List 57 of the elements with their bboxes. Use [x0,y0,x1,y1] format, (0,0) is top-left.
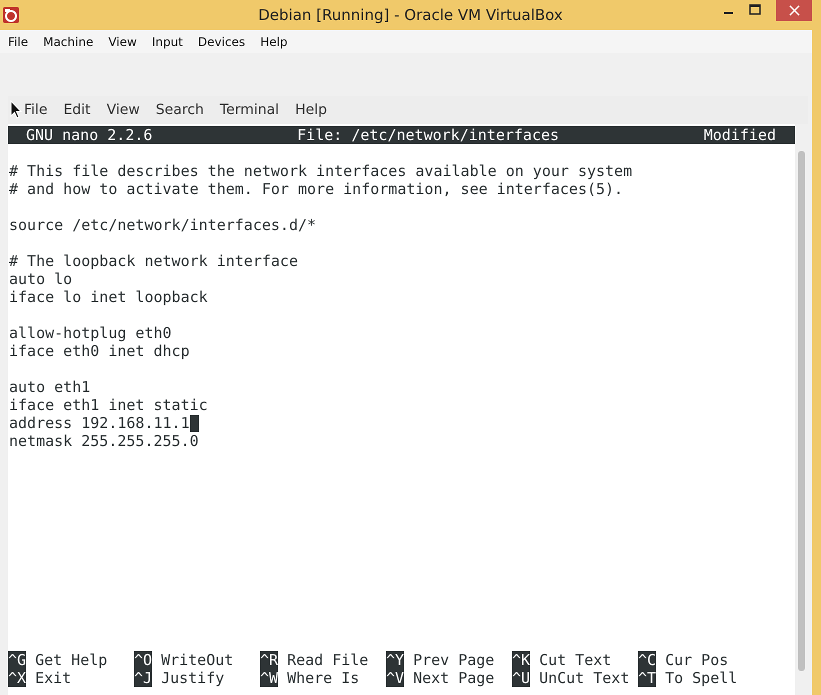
menu-item[interactable]: Devices [190,34,252,48]
menu-item[interactable]: Edit [55,102,99,118]
code-line: auto lo [9,270,72,288]
mouse-pointer-icon [10,100,22,119]
shortcut-label: Read File [287,651,368,669]
window-title: Debian [Running] - Oracle VM VirtualBox [258,6,563,24]
shortcut-key: ^R [260,651,278,669]
shortcut-label: Exit [35,669,72,687]
menu-item[interactable]: Search [148,102,212,118]
menu-item[interactable]: Machine [35,34,100,48]
shortcut-label: WriteOut [161,651,234,669]
menu-item[interactable]: File [8,102,56,118]
menu-item[interactable]: Help [252,34,295,48]
code-line: iface lo inet loopback [9,288,208,306]
code-line: iface eth0 inet dhcp [9,342,190,360]
shortcut-key: ^K [512,651,530,669]
shortcut-key: ^C [638,651,656,669]
shortcut-label: Where Is [287,669,360,687]
code-line: source /etc/network/interfaces.d/* [9,216,316,234]
file-name: File: /etc/network/interfaces [297,126,560,144]
code-line: iface eth1 inet static [9,396,208,414]
shortcut-label: Get Help [35,651,108,669]
shortcut-key: ^G [8,651,26,669]
menu-item[interactable]: View [100,34,144,48]
shortcut-key: ^Y [386,651,404,669]
menu-item[interactable]: File [0,34,36,48]
code-line: # The loopback network interface [9,252,298,270]
menu-item[interactable]: View [98,102,148,118]
scrollbar-thumb[interactable] [798,151,805,671]
menu-item[interactable]: Help [287,102,335,118]
menu-item[interactable]: Terminal [212,102,288,118]
shortcut-key: ^U [512,669,530,687]
code-line: # and how to activate them. For more information, see interfaces(5). [9,180,624,198]
shortcut-label: Cur Pos [665,651,728,669]
shortcut-key: ^T [638,669,656,687]
shortcut-label: UnCut Text [539,669,630,687]
code-line: # This file describes the network interfaces available on your system [9,162,632,180]
nano-version: GNU nano 2.2.6 [26,126,152,144]
shortcut-label: Prev Page [413,651,494,669]
code-line: allow-hotplug eth0 [9,324,172,342]
shortcut-key: ^O [134,651,152,669]
shortcut-key: ^J [134,669,152,687]
shortcut-label: Justify [161,669,224,687]
close-button[interactable] [776,0,812,21]
shortcut-key: ^X [8,669,26,687]
close-icon [788,5,800,16]
shortcut-label: Cut Text [539,651,612,669]
shortcut-label: Next Page [413,669,494,687]
modified-status: Modified [704,126,776,144]
code-line: auto eth1 [9,378,90,396]
code-line: address 192.168.11.1 [9,414,190,432]
app-icon [2,6,20,24]
code-line: netmask 255.255.255.0 [9,432,199,450]
shortcut-key: ^V [386,669,404,687]
shortcut-label: To Spell [665,669,738,687]
shortcut-key: ^W [260,669,278,687]
menu-item[interactable]: Input [144,34,190,48]
